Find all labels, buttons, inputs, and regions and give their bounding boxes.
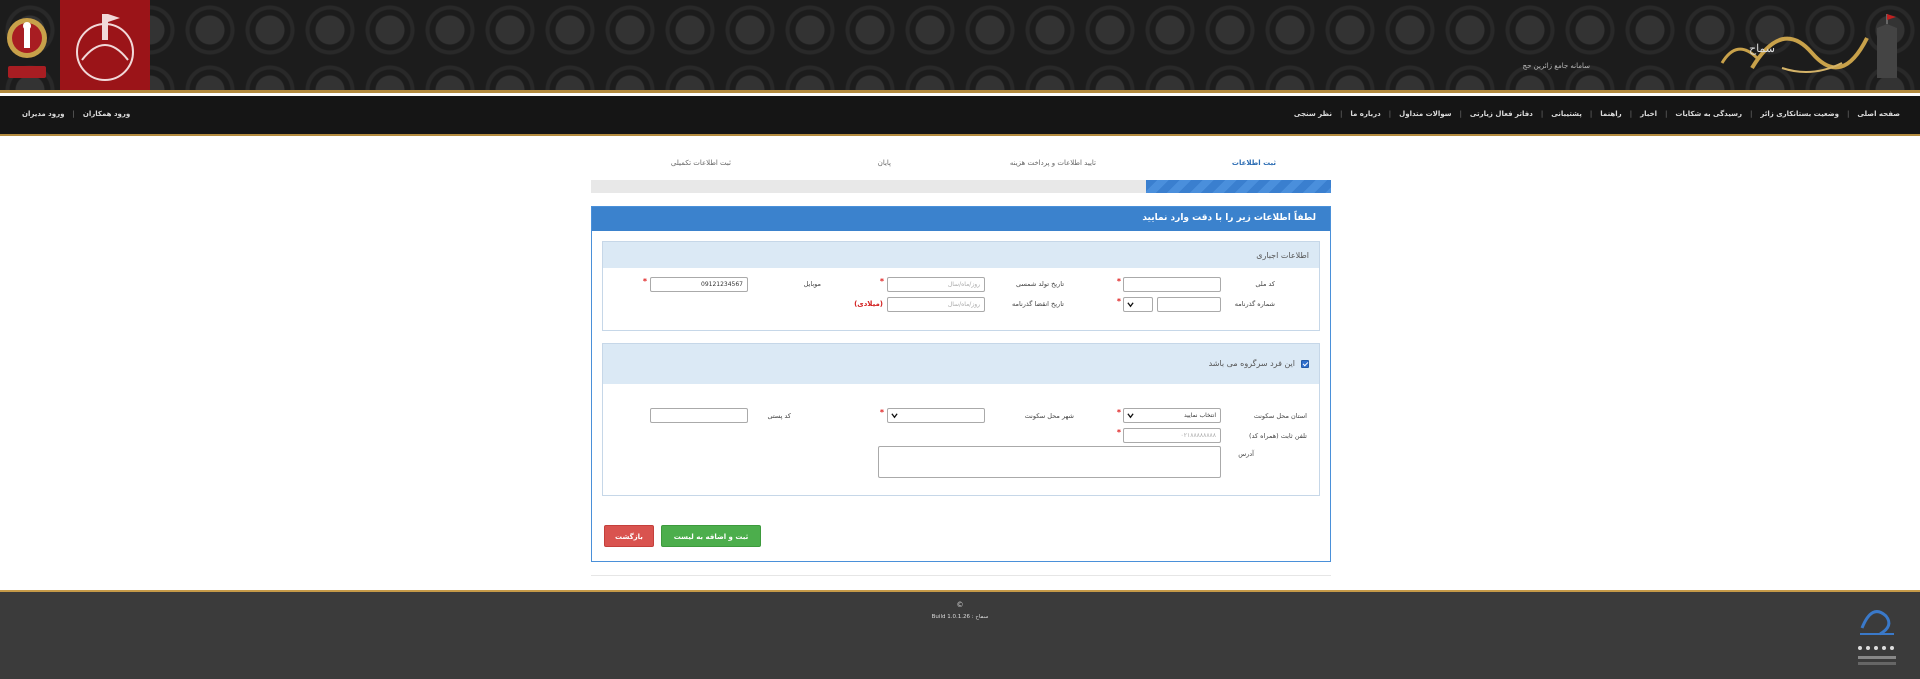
kaaba-emblem-icon — [76, 14, 134, 81]
nav-separator: | — [72, 110, 75, 118]
nav-separator: | — [1589, 110, 1593, 118]
submit-add-button[interactable]: ثبت و اضافه به لیست — [661, 525, 761, 547]
birth-date-label: تاریخ تولد شمسی — [1015, 280, 1064, 288]
panel-title: لطفاً اطلاعات زیر را با دقت وارد نمایید — [592, 207, 1330, 231]
nav-item-about[interactable]: درباره ما — [1350, 110, 1380, 118]
step-confirm-pay: تایید اطلاعات و پرداخت هزینه — [1009, 159, 1096, 167]
passport-expiry-input[interactable]: روز/ماه/سال — [887, 297, 985, 312]
site-subtitle: سامانه جامع زائرین حج — [1522, 62, 1590, 70]
national-code-input[interactable] — [1123, 277, 1221, 292]
footer-version: Build 1.0.1.26 : سماح — [931, 614, 989, 620]
birth-date-input[interactable]: روز/ماه/سال — [887, 277, 985, 292]
nav-login-menu: ورود همکاران | ورود مدیران — [22, 110, 130, 118]
nav-item-admin-login[interactable]: ورود مدیران — [22, 110, 65, 118]
nav-item-support[interactable]: پشتیبانی — [1551, 110, 1582, 118]
required-mark: * — [879, 408, 884, 417]
province-selected-value: انتخاب نمایید — [1183, 412, 1216, 419]
back-button[interactable]: بازگشت — [604, 525, 654, 547]
required-mark: * — [1116, 428, 1121, 437]
wizard-progress-bar — [591, 180, 1331, 193]
hajj-emblem-logo — [60, 0, 150, 91]
group-leader-row: این فرد سرگروه می باشد — [603, 344, 1319, 384]
nav-item-complaints[interactable]: رسیدگی به شکایات — [1675, 110, 1742, 118]
province-select[interactable]: انتخاب نمایید — [1123, 408, 1221, 423]
optional-info-section: این فرد سرگروه می باشد استان محل سکونت ا… — [602, 343, 1320, 496]
wizard-progress-fill — [1146, 180, 1331, 193]
nav-separator: | — [1665, 110, 1668, 118]
enamad-trust-badge-icon[interactable] — [1850, 598, 1904, 678]
step-register-info: ثبت اطلاعات — [1231, 159, 1276, 167]
nav-separator: | — [1847, 110, 1850, 118]
mobile-label: موبایل — [803, 280, 821, 288]
nav-item-news[interactable]: اخبار — [1640, 110, 1657, 118]
chevron-down-icon — [1127, 302, 1134, 308]
required-info-title: اطلاعات اجباری — [603, 242, 1319, 268]
passport-number-label: شماره گذرنامه — [1234, 300, 1275, 308]
nav-item-pilgrim-status[interactable]: وضعیت بستانکاری زائر — [1760, 110, 1839, 118]
header-gold-line — [0, 90, 1920, 93]
nav-item-faq[interactable]: سوالات متداول — [1399, 110, 1451, 118]
main-nav: صفحه اصلی | وضعیت بستانکاری زائر | رسیدگ… — [0, 96, 1920, 136]
phone-label: تلفن ثابت (همراه کد) — [1249, 432, 1307, 440]
nav-item-home[interactable]: صفحه اصلی — [1857, 110, 1900, 118]
required-mark: * — [1116, 408, 1121, 417]
nav-separator: | — [1540, 110, 1544, 118]
nav-separator: | — [1388, 110, 1392, 118]
required-mark: * — [1116, 277, 1121, 286]
nav-item-staff-login[interactable]: ورود همکاران — [83, 110, 130, 118]
nav-separator: | — [1339, 110, 1343, 118]
nav-item-offices[interactable]: دفاتر فعال زیارتی — [1470, 110, 1533, 118]
address-label: آدرس — [1238, 450, 1254, 458]
passport-type-select[interactable] — [1123, 297, 1153, 312]
passport-number-input[interactable] — [1157, 297, 1221, 312]
nav-item-guide[interactable]: راهنما — [1600, 110, 1621, 118]
registration-panel: لطفاً اطلاعات زیر را با دقت وارد نمایید … — [591, 206, 1331, 562]
postal-code-label: کد پستی — [767, 412, 791, 420]
site-header: سماح سامانه جامع زائرین حج — [0, 0, 1920, 93]
nav-separator: | — [1459, 110, 1462, 118]
bank-logo-icon[interactable] — [4, 8, 50, 88]
required-mark: * — [1116, 297, 1121, 306]
national-code-label: کد ملی — [1255, 280, 1275, 288]
mobile-input[interactable]: 09121234567 — [650, 277, 748, 292]
site-footer: © Build 1.0.1.26 : سماح — [0, 590, 1920, 679]
nav-separator: | — [1629, 110, 1633, 118]
required-info-section: اطلاعات اجباری کد ملی * تاریخ تولد شمسی … — [602, 241, 1320, 331]
province-label: استان محل سکونت — [1253, 412, 1307, 420]
chevron-down-icon — [891, 413, 898, 419]
city-select[interactable] — [887, 408, 985, 423]
group-leader-label: این فرد سرگروه می باشد — [1208, 359, 1295, 368]
postal-code-input[interactable] — [650, 408, 748, 423]
nav-separator: | — [1750, 110, 1753, 118]
passport-expiry-label: تاریخ انقضا گذرنامه — [1012, 300, 1064, 308]
site-title: سماح — [1748, 42, 1775, 55]
step-finish: پایان — [877, 159, 891, 167]
phone-input[interactable]: ۰۲۱۸۸۸۸۸۸۸۸ — [1123, 428, 1221, 443]
required-mark: * — [879, 277, 884, 286]
step-extra-info: ثبت اطلاعات تکمیلی — [670, 159, 731, 167]
city-label: شهر محل سکونت — [1024, 412, 1074, 420]
required-mark: * — [642, 277, 647, 286]
chevron-down-icon — [1127, 413, 1134, 419]
miladi-note: (میلادی) — [854, 300, 883, 308]
group-leader-checkbox[interactable] — [1301, 360, 1309, 368]
footer-copyright: © — [956, 601, 964, 609]
samah-calligraphy-logo[interactable] — [1482, 8, 1912, 88]
nav-right-menu: صفحه اصلی | وضعیت بستانکاری زائر | رسیدگ… — [1294, 110, 1900, 118]
divider — [591, 575, 1331, 576]
nav-item-survey[interactable]: نظر سنجی — [1294, 110, 1332, 118]
address-textarea[interactable] — [878, 446, 1221, 478]
wizard-steps: ثبت اطلاعات تایید اطلاعات و پرداخت هزینه… — [591, 155, 1331, 195]
